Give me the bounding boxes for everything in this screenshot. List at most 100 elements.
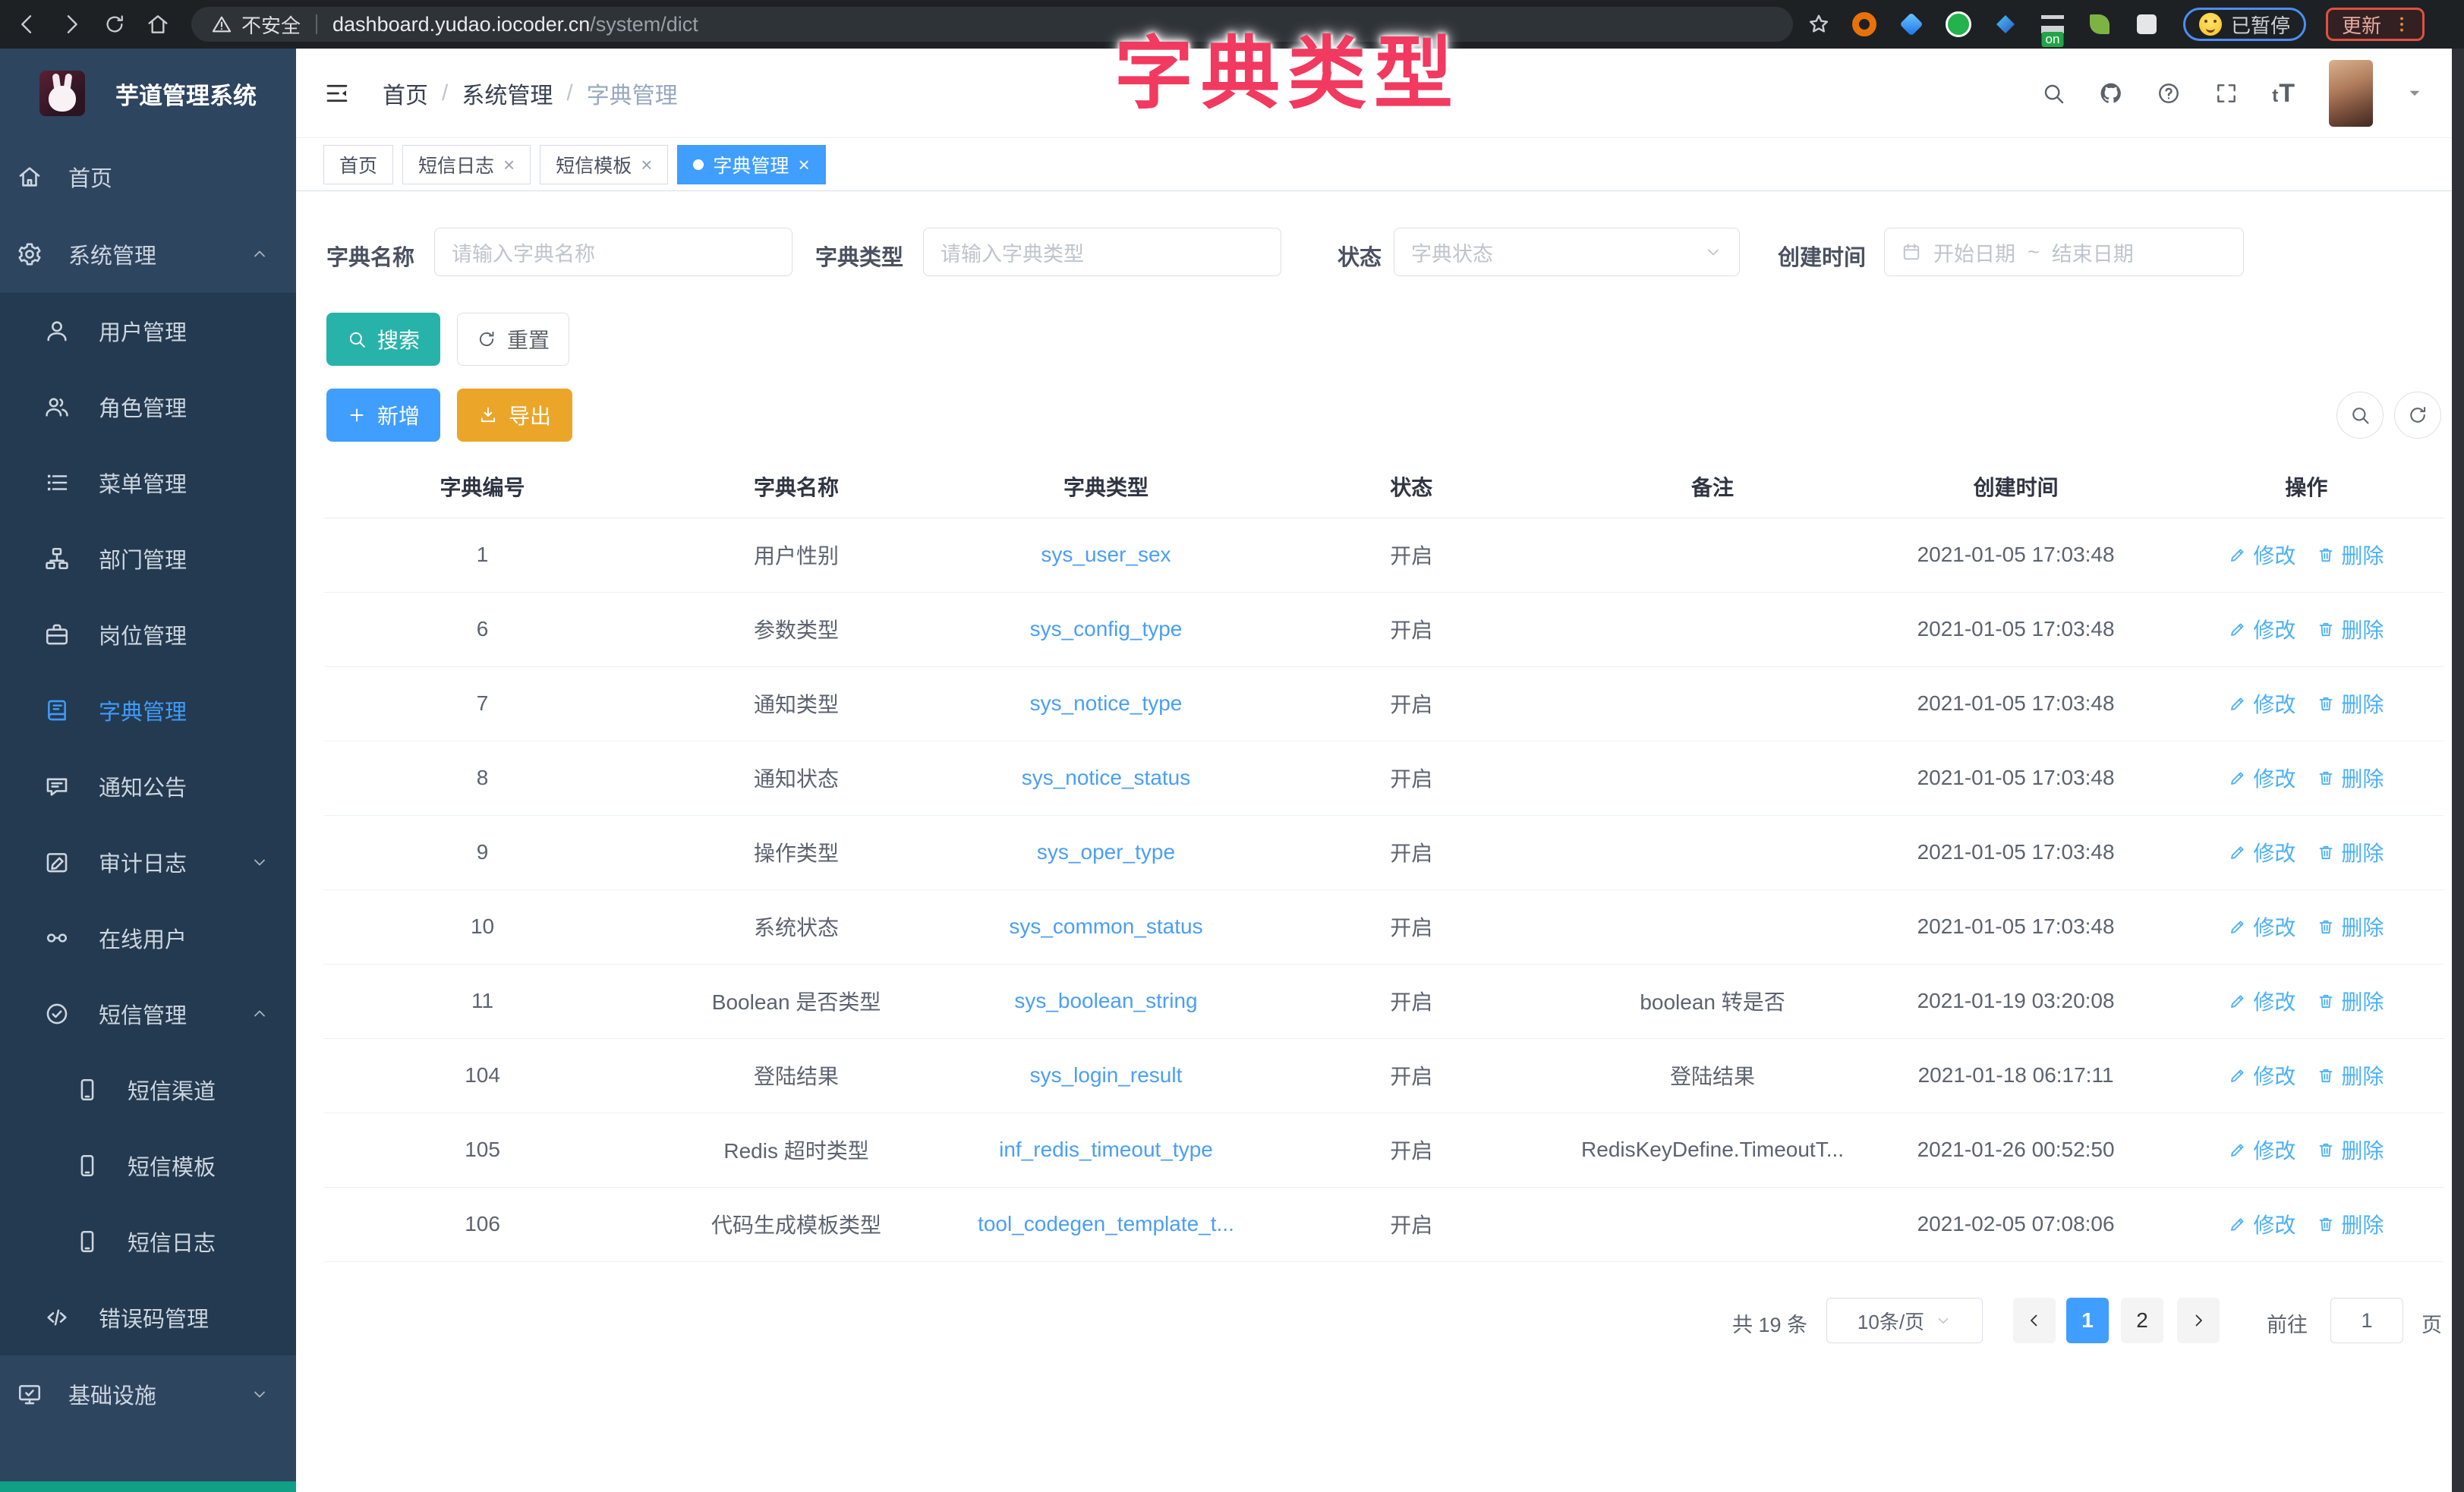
delete-link[interactable]: 删除 bbox=[2317, 763, 2384, 793]
delete-link[interactable]: 删除 bbox=[2317, 986, 2384, 1016]
close-icon[interactable]: × bbox=[641, 155, 652, 175]
sidebar-item-code[interactable]: 错误码管理 bbox=[0, 1280, 296, 1355]
edit-link[interactable]: 修改 bbox=[2229, 911, 2295, 942]
update-button[interactable]: 更新 bbox=[2326, 8, 2425, 41]
dict-type-link[interactable]: sys_notice_type bbox=[1030, 691, 1183, 715]
tab-item[interactable]: 短信日志× bbox=[402, 145, 531, 184]
date-range-picker[interactable]: 开始日期 ~ 结束日期 bbox=[1884, 228, 2244, 276]
sidebar-item-gear[interactable]: 系统管理 bbox=[0, 216, 296, 293]
diamond-extension-icon[interactable] bbox=[1992, 11, 2019, 38]
sidebar-item-home[interactable]: 首页 bbox=[0, 138, 296, 216]
avatar[interactable] bbox=[2329, 60, 2373, 127]
dict-type-link[interactable]: sys_boolean_string bbox=[1014, 989, 1197, 1012]
kebab-menu-icon[interactable] bbox=[2392, 14, 2412, 34]
sidebar-fold-icon[interactable] bbox=[323, 80, 351, 107]
next-page-button[interactable] bbox=[2177, 1298, 2220, 1343]
reload-icon[interactable] bbox=[103, 13, 126, 36]
sidebar-item-user[interactable]: 用户管理 bbox=[0, 293, 296, 369]
tab-item[interactable]: 首页 bbox=[323, 145, 393, 184]
sidebar-item-notice[interactable]: 通知公告 bbox=[0, 748, 296, 824]
breadcrumb-item[interactable]: 系统管理 bbox=[462, 77, 553, 110]
export-button[interactable]: 导出 bbox=[457, 389, 572, 442]
table-header-row: 字典编号字典名称字典类型状态备注创建时间操作 bbox=[323, 455, 2444, 518]
page-button-1[interactable]: 1 bbox=[2066, 1298, 2109, 1343]
delete-link[interactable]: 删除 bbox=[2317, 1060, 2384, 1091]
kite-extension-icon[interactable] bbox=[1898, 11, 1925, 38]
search-icon[interactable] bbox=[2041, 81, 2065, 105]
sidebar-item-tree[interactable]: 部门管理 bbox=[0, 521, 296, 596]
dict-type-link[interactable]: sys_login_result bbox=[1030, 1063, 1183, 1087]
dict-name-input[interactable]: 请输入字典名称 bbox=[434, 228, 792, 276]
back-icon[interactable] bbox=[15, 12, 39, 36]
delete-link[interactable]: 删除 bbox=[2317, 688, 2384, 719]
sidebar-item-phone[interactable]: 短信渠道 bbox=[0, 1052, 296, 1128]
edit-link[interactable]: 修改 bbox=[2229, 614, 2295, 644]
leaf-extension-icon[interactable] bbox=[2086, 11, 2113, 38]
scrollbar[interactable] bbox=[2452, 49, 2464, 1492]
font-size-icon[interactable]: tT bbox=[2272, 79, 2295, 109]
dict-type-link[interactable]: sys_common_status bbox=[1009, 914, 1202, 938]
chevron-down-icon[interactable] bbox=[2406, 85, 2423, 102]
sidebar-item-list[interactable]: 菜单管理 bbox=[0, 445, 296, 521]
close-icon[interactable]: × bbox=[798, 155, 809, 175]
prev-page-button[interactable] bbox=[2013, 1298, 2056, 1343]
sidebar-item-briefcase[interactable]: 岗位管理 bbox=[0, 596, 296, 672]
goto-page-input[interactable]: 1 bbox=[2330, 1298, 2403, 1343]
sidebar-item-phone[interactable]: 短信日志 bbox=[0, 1204, 296, 1280]
cell-status: 开启 bbox=[1261, 741, 1562, 815]
edit-link[interactable]: 修改 bbox=[2229, 1060, 2295, 1091]
delete-link[interactable]: 删除 bbox=[2317, 911, 2384, 942]
page-button-2[interactable]: 2 bbox=[2121, 1298, 2163, 1343]
page-size-select[interactable]: 10条/页 bbox=[1826, 1298, 1983, 1343]
green-circle-extension-icon[interactable] bbox=[1945, 11, 1972, 38]
status-select[interactable]: 字典状态 bbox=[1394, 228, 1740, 276]
edit-link[interactable]: 修改 bbox=[2229, 1135, 2295, 1165]
close-icon[interactable]: × bbox=[503, 155, 515, 175]
dict-type-link[interactable]: sys_oper_type bbox=[1037, 840, 1175, 864]
home-icon[interactable] bbox=[146, 12, 170, 36]
delete-link[interactable]: 删除 bbox=[2317, 1209, 2384, 1239]
table-search-button[interactable] bbox=[2336, 392, 2384, 439]
puzzle-extension-icon[interactable] bbox=[2133, 11, 2160, 38]
delete-link[interactable]: 删除 bbox=[2317, 1135, 2384, 1165]
address-bar[interactable]: 不安全 dashboard.yudao.iocoder.cn /system/d… bbox=[191, 7, 1793, 42]
add-button[interactable]: 新增 bbox=[326, 389, 440, 442]
sidebar-item-log[interactable]: 审计日志 bbox=[0, 824, 296, 900]
github-icon[interactable] bbox=[2099, 81, 2123, 105]
delete-link[interactable]: 删除 bbox=[2317, 540, 2384, 570]
sidebar-item-monitor[interactable]: 基础设施 bbox=[0, 1355, 296, 1433]
sidebar-item-dict[interactable]: 字典管理 bbox=[0, 672, 296, 748]
search-button[interactable]: 搜索 bbox=[326, 313, 440, 366]
tab-item[interactable]: 短信模板× bbox=[540, 145, 668, 184]
edit-link[interactable]: 修改 bbox=[2229, 1209, 2295, 1239]
fullscreen-icon[interactable] bbox=[2214, 81, 2239, 105]
dict-type-input[interactable]: 请输入字典类型 bbox=[923, 228, 1281, 276]
sidebar-item-users[interactable]: 角色管理 bbox=[0, 369, 296, 445]
dict-type-link[interactable]: inf_redis_timeout_type bbox=[999, 1138, 1213, 1161]
help-icon[interactable] bbox=[2157, 81, 2181, 105]
donut-extension-icon[interactable] bbox=[1851, 11, 1878, 38]
edit-link[interactable]: 修改 bbox=[2229, 540, 2295, 570]
edit-link[interactable]: 修改 bbox=[2229, 688, 2295, 719]
app-logo[interactable]: 芋道管理系统 bbox=[0, 49, 296, 138]
tab-active[interactable]: 字典管理× bbox=[677, 145, 825, 184]
delete-link[interactable]: 删除 bbox=[2317, 614, 2384, 644]
reset-button[interactable]: 重置 bbox=[457, 313, 569, 366]
table-refresh-button[interactable] bbox=[2394, 392, 2441, 439]
dict-type-link[interactable]: tool_codegen_template_t... bbox=[978, 1212, 1234, 1235]
paused-extension-badge[interactable]: 已暂停 bbox=[2183, 8, 2306, 41]
sidebar-item-online[interactable]: 在线用户 bbox=[0, 900, 296, 976]
dict-type-link[interactable]: sys_user_sex bbox=[1041, 543, 1171, 566]
list-extension-icon[interactable]: on bbox=[2039, 11, 2066, 38]
dict-type-link[interactable]: sys_config_type bbox=[1030, 617, 1183, 641]
edit-link[interactable]: 修改 bbox=[2229, 986, 2295, 1016]
sidebar-item-shield-check[interactable]: 短信管理 bbox=[0, 976, 296, 1052]
forward-icon[interactable] bbox=[59, 12, 83, 36]
breadcrumb-item[interactable]: 首页 bbox=[383, 77, 428, 110]
dict-type-link[interactable]: sys_notice_status bbox=[1022, 766, 1191, 789]
delete-link[interactable]: 删除 bbox=[2317, 837, 2384, 867]
sidebar-item-phone[interactable]: 短信模板 bbox=[0, 1128, 296, 1204]
bookmark-star-icon[interactable] bbox=[1807, 12, 1831, 36]
edit-link[interactable]: 修改 bbox=[2229, 763, 2295, 793]
edit-link[interactable]: 修改 bbox=[2229, 837, 2295, 867]
